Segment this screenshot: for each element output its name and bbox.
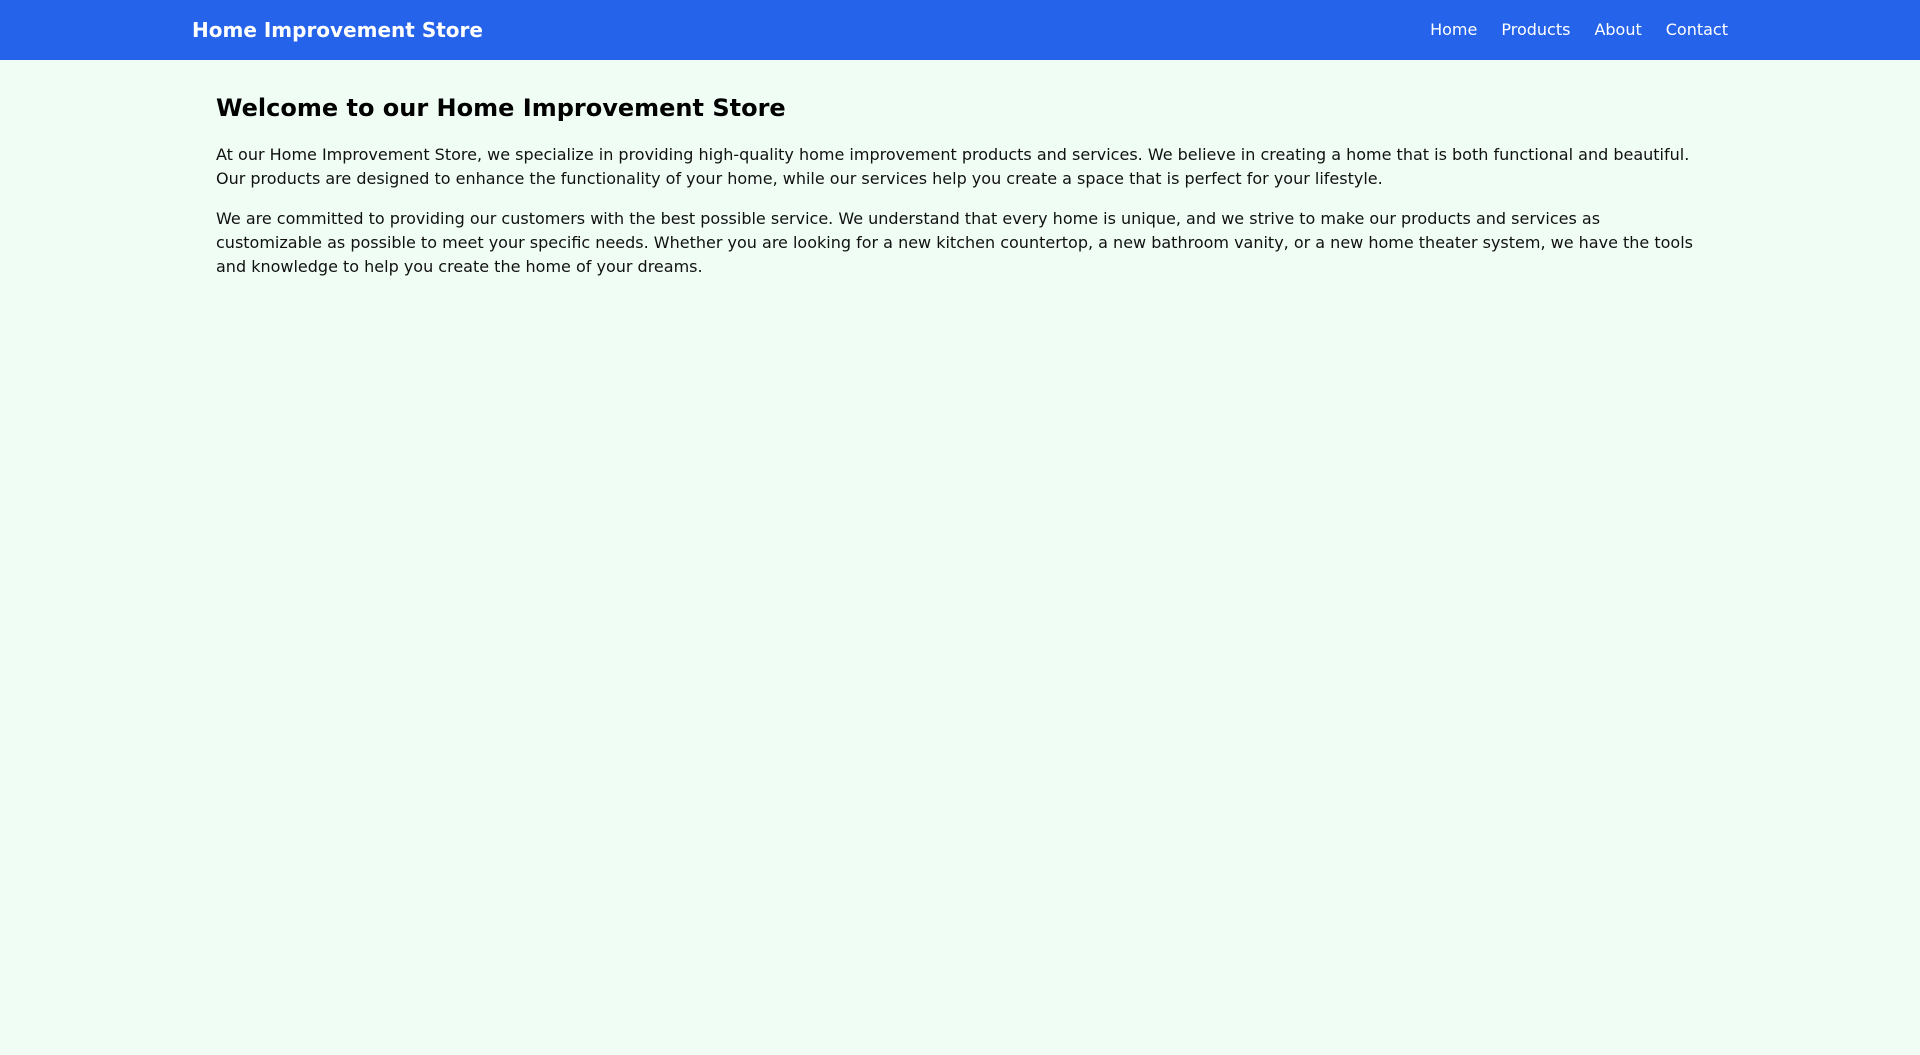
commitment-paragraph: We are committed to providing our custom… [216,208,1693,276]
intro-paragraph: At our Home Improvement Store, we specia… [216,144,1690,188]
nav-link-products[interactable]: Products [1501,22,1570,38]
nav-link-contact[interactable]: Contact [1666,22,1728,38]
nav-link-about[interactable]: About [1594,22,1641,38]
site-brand[interactable]: Home Improvement Store [192,20,483,40]
nav-link-home[interactable]: Home [1430,22,1477,38]
primary-navigation: Home Products About Contact [1430,22,1728,38]
page-title: Welcome to our Home Improvement Store [216,94,786,122]
navbar-container: Home Improvement Store Home Products Abo… [192,0,1728,60]
main-content: Welcome to our Home Improvement Store At… [216,60,1704,279]
top-navbar: Home Improvement Store Home Products Abo… [0,0,1920,60]
